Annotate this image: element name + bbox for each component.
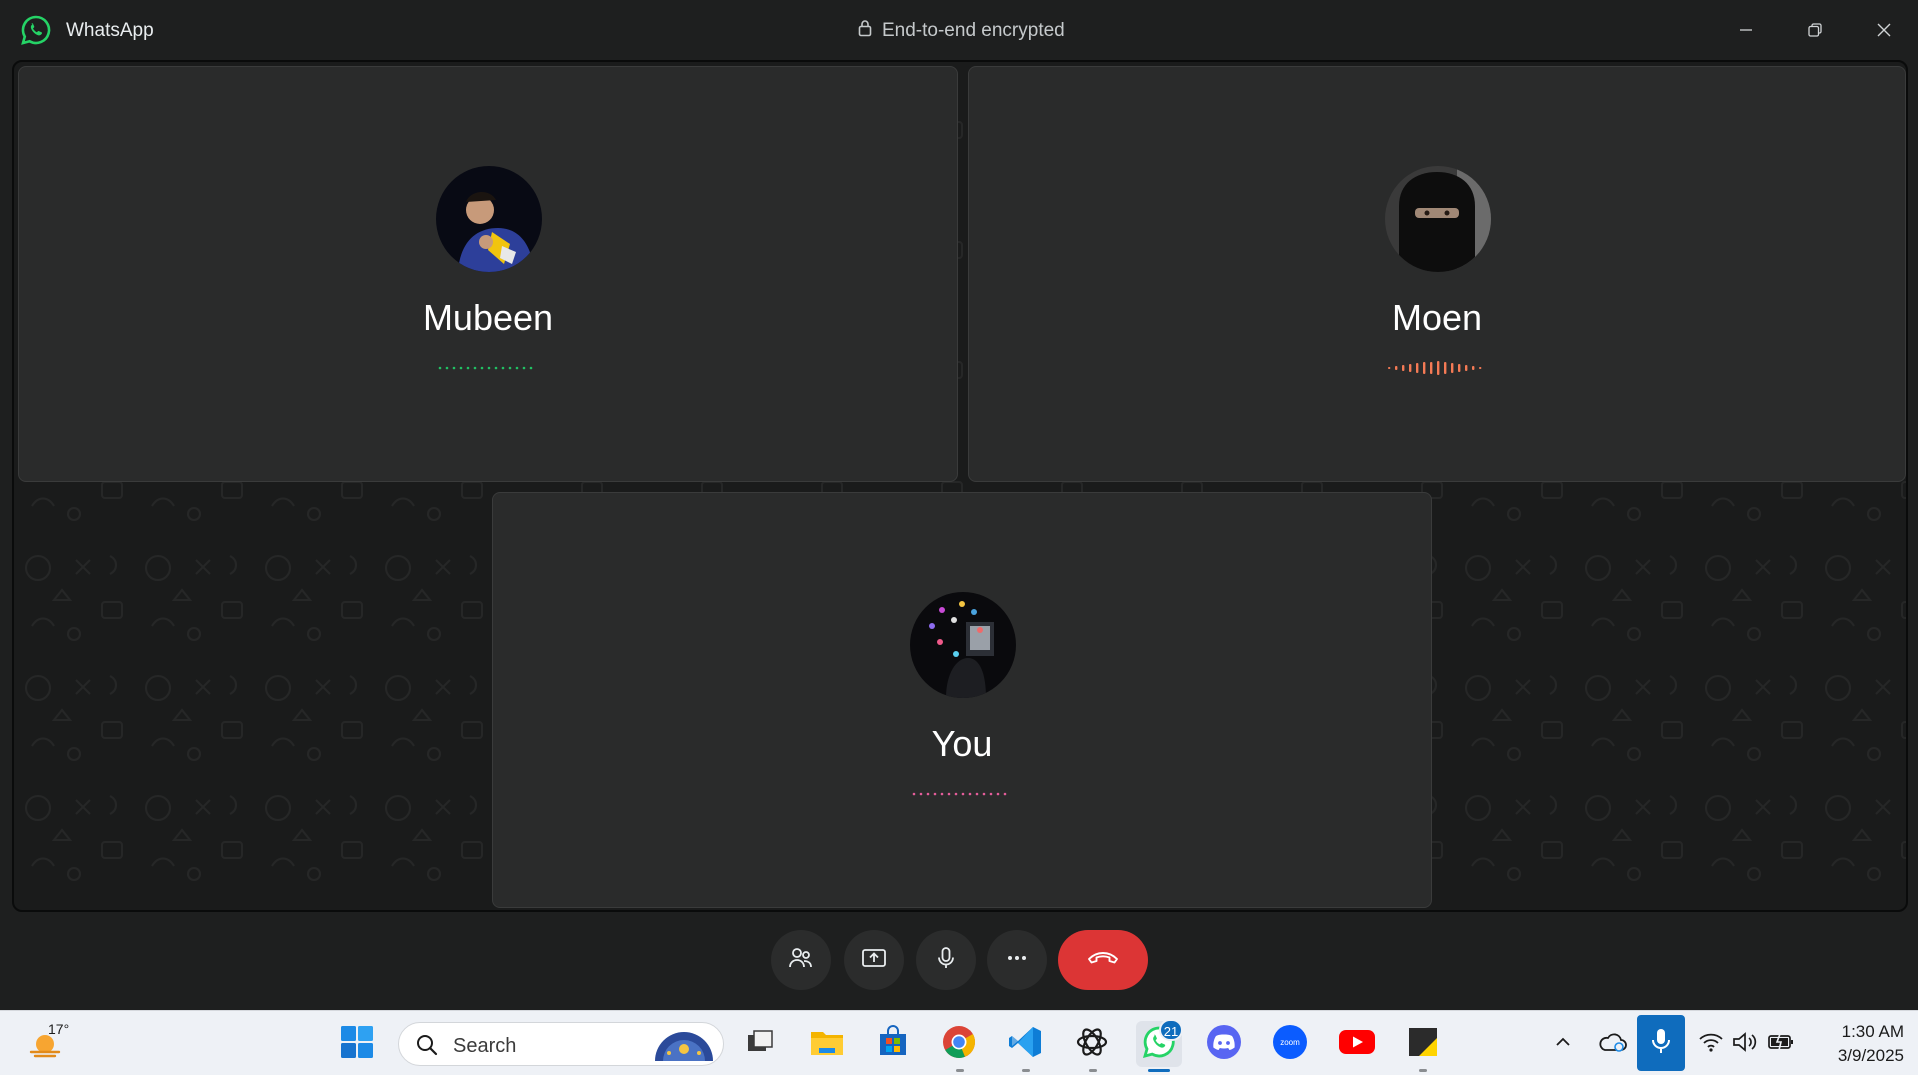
discord-button[interactable] — [1203, 1023, 1245, 1065]
microphone-icon — [933, 945, 959, 976]
app-title: WhatsApp — [66, 20, 154, 41]
chrome-icon — [941, 1024, 977, 1065]
taskbar-search[interactable]: Search — [398, 1022, 724, 1066]
audio-wave-you — [912, 792, 1007, 796]
microphone-button[interactable] — [916, 930, 976, 990]
zoom-icon: zoom — [1272, 1024, 1308, 1065]
chatgpt-running-indicator — [1089, 1069, 1097, 1072]
audio-wave-mubeen — [438, 366, 533, 370]
youtube-icon — [1338, 1028, 1376, 1061]
vscode-button[interactable] — [1004, 1023, 1046, 1065]
participant-tile-mubeen: Mubeen — [18, 66, 958, 482]
whatsapp-notification-badge: 21 — [1159, 1019, 1183, 1041]
sticky-notes-button[interactable] — [1402, 1023, 1444, 1065]
avatar-mubeen — [436, 166, 542, 272]
whatsapp-active-indicator — [1148, 1069, 1170, 1072]
search-placeholder: Search — [453, 1035, 517, 1057]
participant-tile-you: You — [492, 492, 1432, 908]
encryption-label: End-to-end encrypted — [882, 20, 1065, 41]
microsoft-store-button[interactable] — [872, 1023, 914, 1065]
onedrive-cloud-icon — [1597, 1031, 1627, 1058]
participant-tile-moen: Moen — [968, 66, 1906, 482]
show-hidden-icons-button[interactable] — [1542, 1023, 1584, 1065]
clock-date[interactable]: 3/9/2025 — [1814, 1046, 1904, 1066]
discord-icon — [1206, 1024, 1242, 1065]
people-icon — [788, 945, 814, 976]
more-icon — [1004, 945, 1030, 976]
participant-name: Mubeen — [422, 297, 554, 338]
svg-text:zoom: zoom — [1280, 1038, 1300, 1047]
participant-name: You — [931, 723, 993, 764]
more-options-button[interactable] — [987, 930, 1047, 990]
chatgpt-button[interactable] — [1071, 1023, 1113, 1065]
battery-charging-icon — [1767, 1032, 1795, 1057]
restore-button[interactable] — [1795, 12, 1835, 48]
end-call-button[interactable] — [1058, 930, 1148, 990]
microphone-in-use-button[interactable] — [1637, 1015, 1685, 1071]
onedrive-button[interactable] — [1591, 1023, 1633, 1065]
task-view-icon — [744, 1026, 776, 1063]
store-icon — [876, 1024, 910, 1064]
vscode-icon — [1007, 1024, 1043, 1065]
clock-time[interactable]: 1:30 AM — [1820, 1022, 1904, 1042]
chrome-button[interactable] — [938, 1023, 980, 1065]
close-button[interactable] — [1864, 12, 1904, 48]
end-call-icon — [1086, 948, 1120, 973]
share-screen-button[interactable] — [844, 930, 904, 990]
folder-icon — [809, 1026, 845, 1063]
encryption-status: End-to-end encrypted — [858, 19, 1065, 43]
chrome-running-indicator — [956, 1069, 964, 1072]
title-bar: WhatsApp End-to-end encrypted — [0, 0, 1918, 60]
search-icon — [415, 1033, 439, 1062]
avatar-you — [910, 592, 1016, 698]
windows-logo-icon — [339, 1024, 375, 1065]
sticky-notes-running-indicator — [1419, 1069, 1427, 1072]
youtube-button[interactable] — [1336, 1023, 1378, 1065]
sticky-notes-icon — [1406, 1025, 1440, 1064]
call-area: Mubeen Moen You — [12, 60, 1908, 912]
speaker-icon — [1731, 1031, 1759, 1058]
battery-button[interactable] — [1760, 1023, 1802, 1065]
taskbar: 17° Search 21 zoom 1:30 AM 3/9/2025 — [0, 1010, 1918, 1075]
participant-name: Moen — [1391, 297, 1483, 338]
wifi-icon — [1698, 1031, 1724, 1058]
participants-button[interactable] — [771, 930, 831, 990]
weather-temperature: 17° — [48, 1021, 70, 1037]
chevron-up-icon — [1553, 1032, 1573, 1057]
avatar-moen — [1385, 166, 1491, 272]
search-highlight-icon — [651, 1027, 717, 1068]
whatsapp-logo-icon — [20, 14, 52, 46]
lock-icon — [858, 19, 872, 43]
vscode-running-indicator — [1022, 1069, 1030, 1072]
chatgpt-icon — [1074, 1024, 1110, 1065]
microphone-icon — [1650, 1027, 1672, 1060]
zoom-button[interactable]: zoom — [1269, 1023, 1311, 1065]
minimize-button[interactable] — [1726, 12, 1766, 48]
audio-wave-moen — [1388, 361, 1482, 375]
task-view-button[interactable] — [739, 1023, 781, 1065]
start-button[interactable] — [336, 1023, 378, 1065]
share-screen-icon — [861, 945, 887, 976]
file-explorer-button[interactable] — [806, 1023, 848, 1065]
